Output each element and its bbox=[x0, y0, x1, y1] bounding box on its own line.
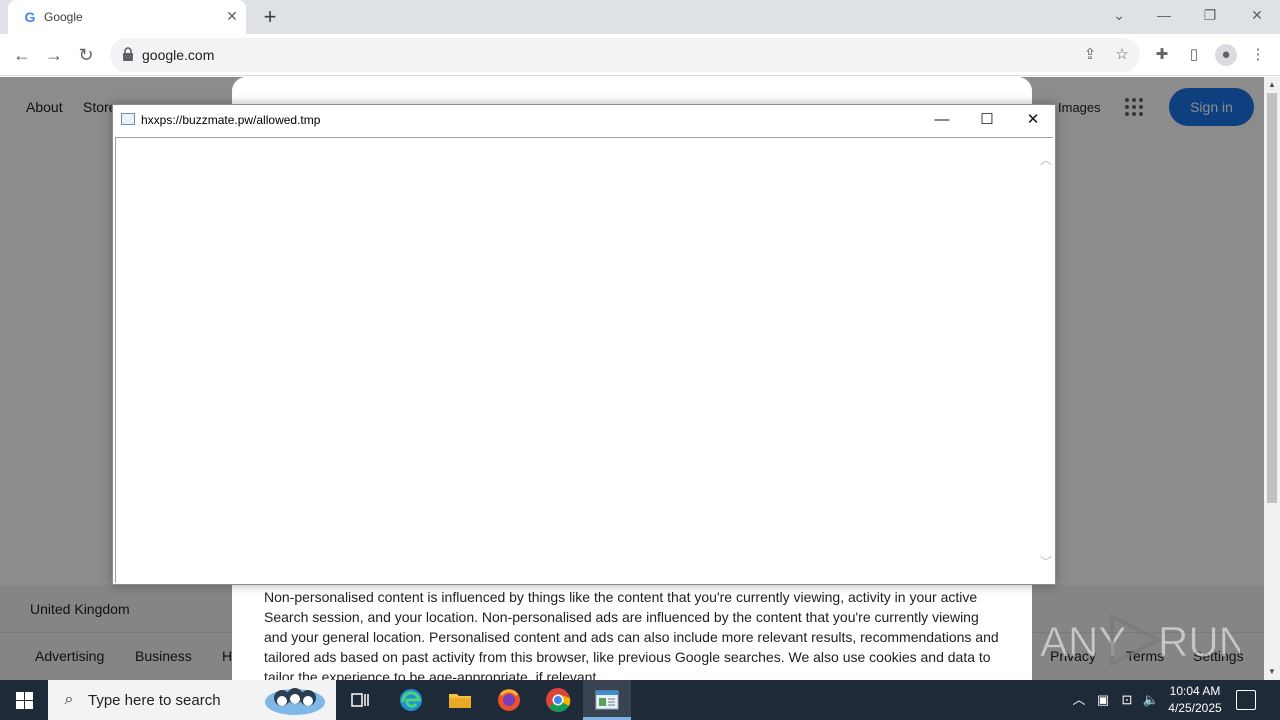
reload-button[interactable]: ↻ bbox=[74, 43, 98, 67]
clock-time: 10:04 AM bbox=[1169, 684, 1221, 698]
firefox-icon[interactable] bbox=[495, 686, 523, 714]
start-button[interactable] bbox=[0, 680, 48, 720]
file-explorer-icon[interactable] bbox=[446, 686, 474, 714]
popup-app-icon[interactable] bbox=[593, 686, 621, 714]
new-tab-button[interactable]: + bbox=[258, 5, 282, 29]
notification-center-icon[interactable] bbox=[1236, 690, 1256, 710]
page-icon bbox=[121, 113, 135, 125]
system-clock[interactable]: 10:04 AM 4/25/2025 bbox=[1160, 683, 1230, 717]
task-view-icon[interactable] bbox=[346, 686, 374, 714]
tray-device-icon[interactable]: ▣ bbox=[1094, 691, 1112, 709]
popup-scroll-down-icon[interactable]: ﹀ bbox=[1038, 554, 1054, 570]
share-icon[interactable]: ⇪ bbox=[1080, 45, 1100, 65]
side-panel-icon[interactable]: ▯ bbox=[1183, 44, 1205, 66]
popup-scrollbar[interactable]: ︿ ﹀ bbox=[1038, 138, 1054, 584]
chrome-icon[interactable] bbox=[544, 686, 572, 714]
volume-icon[interactable]: 🔈 bbox=[1142, 691, 1160, 709]
bookmark-star-icon[interactable]: ☆ bbox=[1112, 45, 1132, 65]
scroll-down-arrow-icon[interactable]: ▼ bbox=[1267, 667, 1277, 677]
search-highlight-icon bbox=[265, 688, 325, 715]
windows-logo-icon bbox=[16, 692, 24, 700]
search-placeholder: Type here to search bbox=[88, 692, 221, 709]
tab-close-icon[interactable]: ✕ bbox=[224, 8, 240, 24]
taskbar-search-box[interactable]: ⌕ Type here to search bbox=[48, 680, 336, 720]
consent-text: Non-personalised content is influenced b… bbox=[264, 589, 999, 680]
minimize-button[interactable]: — bbox=[1150, 4, 1178, 26]
google-favicon-icon: G bbox=[24, 9, 36, 25]
extensions-icon[interactable]: ✚ bbox=[1151, 44, 1173, 66]
profile-avatar-icon[interactable]: ● bbox=[1215, 44, 1237, 66]
popup-content: ︿ ﹀ bbox=[115, 137, 1053, 583]
forward-button[interactable]: → bbox=[42, 43, 66, 67]
popup-minimize-button[interactable]: — bbox=[927, 109, 957, 131]
browser-toolbar: ← → ↻ google.com ⇪ ☆ ✚ ▯ ● ⋮ bbox=[0, 34, 1280, 76]
svg-text:RUN: RUN bbox=[1158, 618, 1240, 665]
tray-chevron-icon[interactable]: ︿ bbox=[1070, 691, 1088, 709]
popup-maximize-button[interactable]: ☐ bbox=[972, 109, 1002, 131]
popup-scroll-up-icon[interactable]: ︿ bbox=[1038, 152, 1054, 168]
clock-date: 4/25/2025 bbox=[1168, 701, 1222, 715]
tab-title: Google bbox=[44, 10, 83, 24]
tab-strip: G Google ✕ + ⌄ — ❐ ✕ bbox=[0, 0, 1280, 34]
windows-taskbar: ⌕ Type here to search ︿ ▣ ⊡ 🔈 10:04 AM 4… bbox=[0, 680, 1280, 720]
url-text: google.com bbox=[142, 47, 215, 63]
scroll-thumb[interactable] bbox=[1267, 93, 1277, 503]
address-bar[interactable]: google.com ⇪ ☆ bbox=[110, 38, 1140, 72]
lock-icon bbox=[123, 47, 133, 61]
popup-close-button[interactable]: ✕ bbox=[1018, 109, 1048, 131]
page-scrollbar[interactable]: ▲ ▼ bbox=[1264, 77, 1280, 680]
edge-icon[interactable] bbox=[397, 686, 425, 714]
tab-search-icon[interactable]: ⌄ bbox=[1105, 4, 1133, 26]
close-window-button[interactable]: ✕ bbox=[1243, 4, 1271, 26]
search-icon: ⌕ bbox=[64, 691, 74, 708]
popup-window[interactable]: hxxps://buzzmate.pw/allowed.tmp — ☐ ✕ ︿ … bbox=[112, 104, 1056, 585]
anyrun-watermark-logo: ANY RUN bbox=[1040, 612, 1240, 668]
network-icon[interactable]: ⊡ bbox=[1118, 691, 1136, 709]
popup-titlebar[interactable]: hxxps://buzzmate.pw/allowed.tmp — ☐ ✕ bbox=[113, 105, 1055, 135]
back-button[interactable]: ← bbox=[10, 43, 34, 67]
restore-button[interactable]: ❐ bbox=[1196, 4, 1224, 26]
menu-kebab-icon[interactable]: ⋮ bbox=[1247, 44, 1269, 66]
popup-title: hxxps://buzzmate.pw/allowed.tmp bbox=[141, 113, 321, 127]
scroll-up-arrow-icon[interactable]: ▲ bbox=[1267, 80, 1277, 90]
tab-google[interactable]: G Google ✕ bbox=[8, 0, 246, 34]
